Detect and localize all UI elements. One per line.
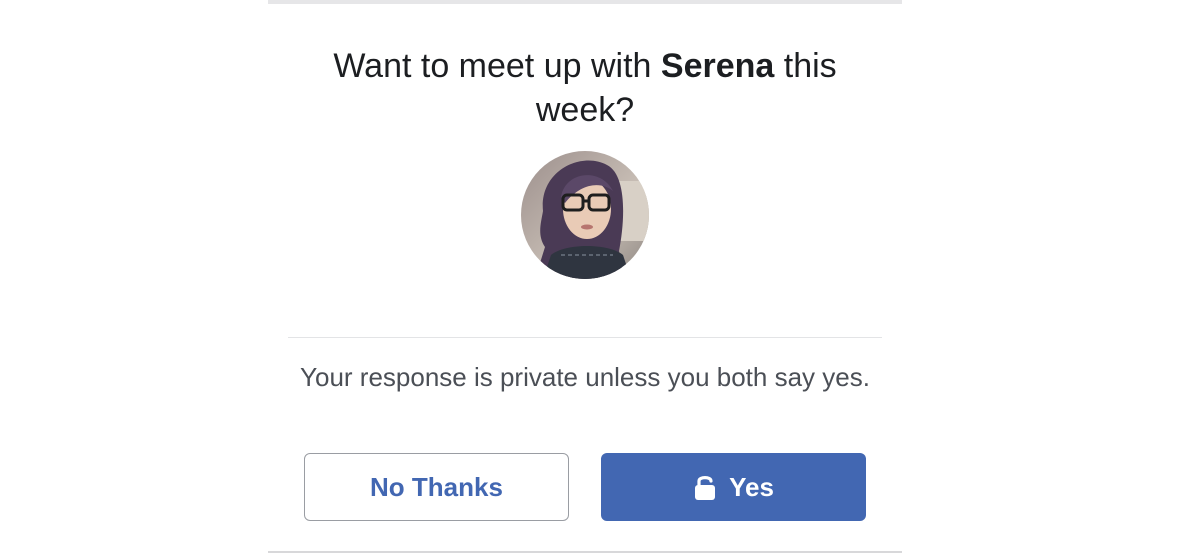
profile-photo-icon: [521, 151, 649, 279]
section-divider: [288, 337, 882, 338]
question-prefix: Want to meet up with: [333, 47, 661, 85]
meetup-card: Want to meet up with Serena this week? Y…: [268, 4, 902, 551]
no-thanks-button[interactable]: No Thanks: [304, 453, 569, 521]
lock-icon: [695, 476, 716, 500]
bottom-divider: [268, 551, 902, 553]
meetup-question: Want to meet up with Serena this week?: [308, 44, 862, 132]
yes-button[interactable]: Yes: [601, 453, 866, 521]
yes-label: Yes: [729, 471, 774, 502]
contact-name: Serena: [660, 47, 775, 85]
avatar: [521, 151, 649, 279]
meetup-prompt-screen: Want to meet up with Serena this week? Y…: [0, 0, 1200, 555]
privacy-notice: Your response is private unless you both…: [300, 362, 870, 392]
no-thanks-label: No Thanks: [370, 471, 503, 502]
